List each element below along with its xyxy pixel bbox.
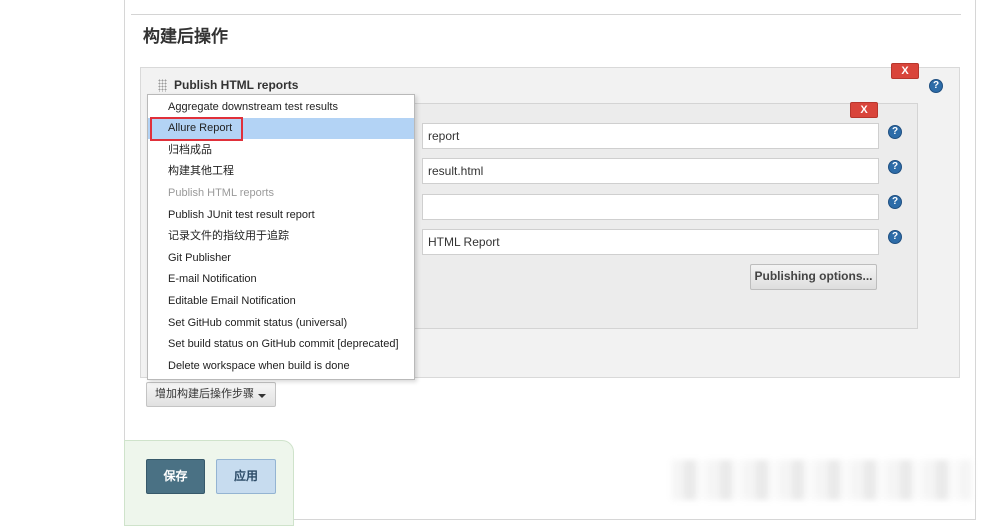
panel-title: Publish HTML reports: [174, 78, 299, 92]
index-titles-help-icon[interactable]: ?: [888, 195, 902, 209]
blurred-watermark: [672, 460, 972, 500]
section-title: 构建后操作: [143, 27, 228, 47]
menu-item-git-publisher[interactable]: Git Publisher: [148, 248, 414, 269]
index-titles-input[interactable]: [422, 194, 879, 220]
index-pages-help-icon[interactable]: ?: [888, 160, 902, 174]
add-post-build-step-button[interactable]: 增加构建后操作步骤: [146, 382, 276, 407]
panel-help-icon[interactable]: ?: [929, 79, 943, 93]
report-title-help-icon[interactable]: ?: [888, 230, 902, 244]
section-divider: [131, 14, 961, 15]
menu-item-github-build-status[interactable]: Set build status on GitHub commit [depre…: [148, 334, 414, 355]
apply-button[interactable]: 应用: [216, 459, 276, 494]
report-dir-input[interactable]: [422, 123, 879, 149]
menu-item-archive-artifacts[interactable]: 归档成品: [148, 140, 414, 161]
save-button[interactable]: 保存: [146, 459, 205, 494]
menu-item-email-notification[interactable]: E-mail Notification: [148, 269, 414, 290]
delete-report-button[interactable]: X: [850, 102, 878, 118]
menu-item-github-commit-status[interactable]: Set GitHub commit status (universal): [148, 313, 414, 334]
menu-item-publish-html-reports: Publish HTML reports: [168, 187, 274, 199]
delete-panel-button[interactable]: X: [891, 63, 919, 79]
caret-down-icon: [258, 394, 266, 398]
add-step-label: 增加构建后操作步骤: [155, 388, 254, 400]
menu-item-fingerprint[interactable]: 记录文件的指纹用于追踪: [148, 226, 414, 247]
report-dir-help-icon[interactable]: ?: [888, 125, 902, 139]
drag-handle-icon[interactable]: [158, 79, 167, 92]
annotation-highlight-box: [150, 117, 243, 141]
menu-item-delete-workspace[interactable]: Delete workspace when build is done: [148, 356, 414, 377]
menu-item-publish-junit[interactable]: Publish JUnit test result report: [148, 205, 414, 226]
menu-item-build-other-projects[interactable]: 构建其他工程: [148, 161, 414, 182]
menu-item-aggregate-downstream[interactable]: Aggregate downstream test results: [148, 97, 414, 118]
index-pages-input[interactable]: [422, 158, 879, 184]
menu-item-editable-email[interactable]: Editable Email Notification: [148, 291, 414, 312]
publishing-options-button[interactable]: Publishing options...: [750, 264, 877, 290]
report-title-input[interactable]: [422, 229, 879, 255]
